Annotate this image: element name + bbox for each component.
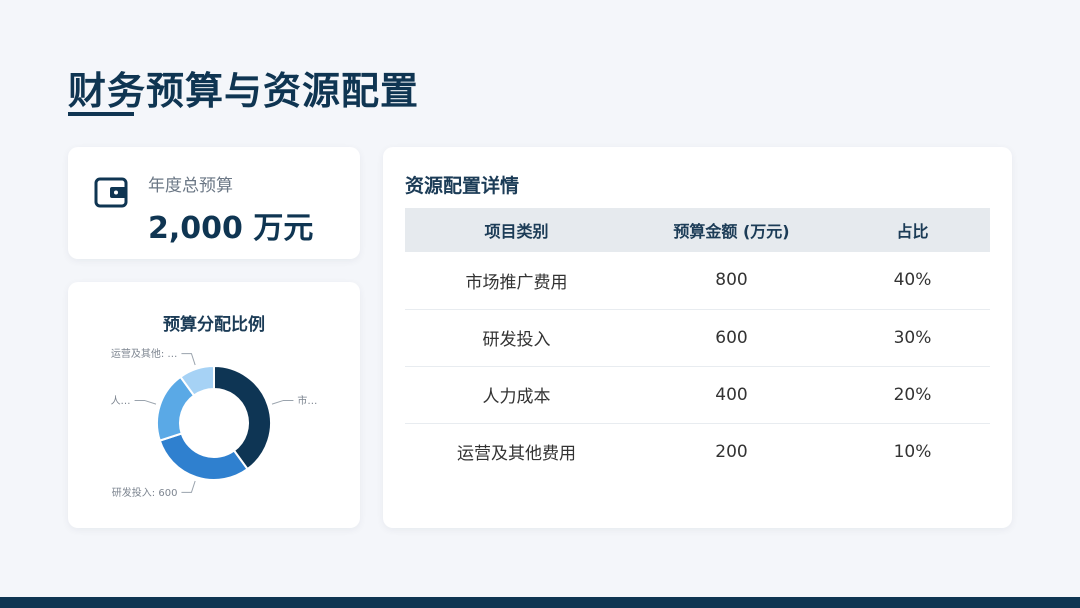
label-leader-line (271, 399, 294, 405)
allocation-chart-card: 预算分配比例 市… 研发投入: 600 人… 运营及其他: … (68, 282, 360, 528)
table-title: 资源配置详情 (405, 175, 520, 197)
donut-chart: 市… 研发投入: 600 人… 运营及其他: … (111, 347, 318, 499)
cell-category: 人力成本 (405, 366, 628, 424)
header-category: 项目类别 (405, 208, 628, 252)
total-budget-card: 年度总预算 2,000 万元 (68, 147, 360, 259)
resource-detail-card: 资源配置详情 项目类别 预算金额 (万元) 占比 市场推广费用 800 40% … (383, 147, 1012, 528)
table-header-row: 项目类别 预算金额 (万元) 占比 (405, 208, 990, 252)
donut-slice (213, 364, 272, 471)
cell-ratio: 10% (893, 441, 932, 462)
page-title: 财务预算与资源配置 (68, 69, 420, 113)
cell-amount: 800 (628, 252, 835, 310)
table-row: 市场推广费用 800 40% (405, 252, 990, 310)
slice-label: 人… (111, 395, 131, 407)
wallet-icon (94, 177, 128, 208)
label-leader-line (181, 480, 196, 493)
cell-ratio: 20% (835, 366, 990, 424)
cell-category: 运营及其他费用 (457, 444, 576, 465)
cell-amount: 200 (715, 441, 748, 462)
cell-amount: 600 (628, 309, 835, 367)
slice-label: 市… (297, 394, 317, 407)
label-leader-line (134, 399, 157, 405)
slice-label: 运营及其他: … (111, 347, 178, 360)
cell-ratio: 30% (835, 309, 990, 367)
label-leader-line (181, 353, 196, 366)
table-row: 运营及其他费用 200 10% (405, 423, 990, 480)
title-underline (68, 112, 134, 116)
resource-table: 项目类别 预算金额 (万元) 占比 市场推广费用 800 40% 研发投入 60… (405, 208, 990, 480)
footer-bar (0, 597, 1080, 608)
donut-slice (158, 432, 249, 481)
table-row: 人力成本 400 20% (405, 366, 990, 424)
header-amount: 预算金额 (万元) (628, 208, 835, 252)
table-row: 研发投入 600 30% (405, 309, 990, 367)
cell-category: 研发投入 (405, 309, 628, 367)
cell-amount: 400 (628, 366, 835, 424)
header-ratio: 占比 (835, 208, 990, 252)
budget-value: 2,000 万元 (148, 211, 314, 246)
cell-ratio: 40% (835, 252, 990, 310)
cell-category: 市场推广费用 (405, 252, 628, 310)
slice-label: 研发投入: 600 (112, 486, 178, 499)
budget-label: 年度总预算 (148, 176, 233, 196)
